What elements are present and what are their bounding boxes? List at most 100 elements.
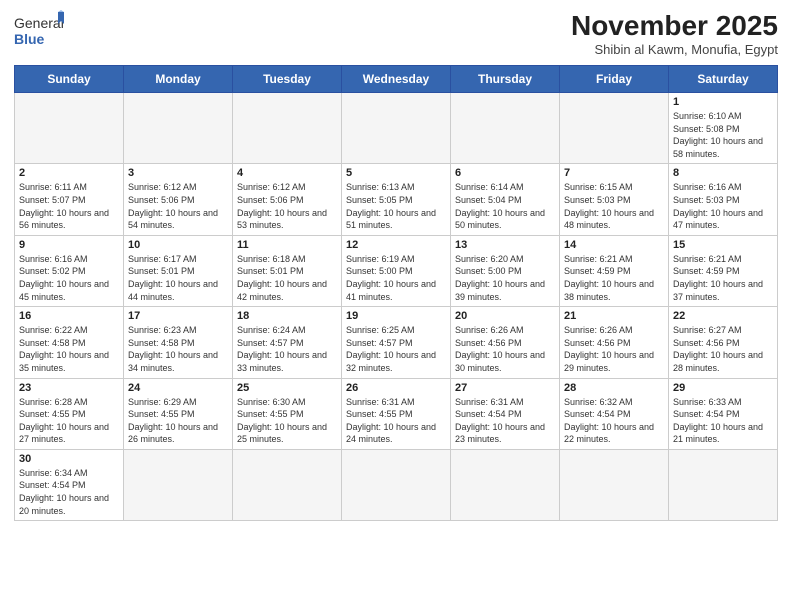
day-info: Sunrise: 6:12 AMSunset: 5:06 PMDaylight:… — [237, 181, 337, 231]
day-info: Sunrise: 6:10 AMSunset: 5:08 PMDaylight:… — [673, 110, 773, 160]
calendar-cell: 5 Sunrise: 6:13 AMSunset: 5:05 PMDaylight… — [342, 164, 451, 235]
day-number: 14 — [564, 239, 664, 251]
day-info: Sunrise: 6:21 AMSunset: 4:59 PMDaylight:… — [673, 253, 773, 303]
day-number: 9 — [19, 239, 119, 251]
day-info: Sunrise: 6:23 AMSunset: 4:58 PMDaylight:… — [128, 324, 228, 374]
day-number: 6 — [455, 167, 555, 179]
month-title: November 2025 — [571, 10, 778, 42]
page: General Blue November 2025 Shibin al Kaw… — [0, 0, 792, 612]
day-info: Sunrise: 6:26 AMSunset: 4:56 PMDaylight:… — [455, 324, 555, 374]
calendar-cell: 27Sunrise: 6:31 AMSunset: 4:54 PMDayligh… — [451, 378, 560, 449]
logo: General Blue — [14, 10, 64, 52]
calendar-week-6: 30 Sunrise: 6:34 AMSunset: 4:54 PMDayligh… — [15, 449, 778, 520]
calendar-cell — [124, 93, 233, 164]
day-number: 10 — [128, 239, 228, 251]
day-number: 11 — [237, 239, 337, 251]
calendar-week-2: 2 Sunrise: 6:11 AMSunset: 5:07 PMDaylight… — [15, 164, 778, 235]
day-info: Sunrise: 6:30 AMSunset: 4:55 PMDaylight:… — [237, 396, 337, 446]
calendar-cell: 23Sunrise: 6:28 AMSunset: 4:55 PMDayligh… — [15, 378, 124, 449]
day-number: 8 — [673, 167, 773, 179]
calendar-cell: 24 Sunrise: 6:29 AMSunset: 4:55 PMDayligh… — [124, 378, 233, 449]
day-number: 29 — [673, 382, 773, 394]
calendar-table: SundayMondayTuesdayWednesdayThursdayFrid… — [14, 65, 778, 521]
calendar-cell: 7 Sunrise: 6:15 AMSunset: 5:03 PMDaylight… — [560, 164, 669, 235]
calendar-cell: 18Sunrise: 6:24 AMSunset: 4:57 PMDayligh… — [233, 307, 342, 378]
day-number: 15 — [673, 239, 773, 251]
calendar-cell: 15 Sunrise: 6:21 AMSunset: 4:59 PMDayligh… — [669, 235, 778, 306]
day-number: 26 — [346, 382, 446, 394]
day-info: Sunrise: 6:16 AMSunset: 5:02 PMDaylight:… — [19, 253, 119, 303]
calendar-cell: 11Sunrise: 6:18 AMSunset: 5:01 PMDayligh… — [233, 235, 342, 306]
day-info: Sunrise: 6:11 AMSunset: 5:07 PMDaylight:… — [19, 181, 119, 231]
calendar-cell — [342, 93, 451, 164]
calendar-cell: 16 Sunrise: 6:22 AMSunset: 4:58 PMDayligh… — [15, 307, 124, 378]
day-number: 20 — [455, 310, 555, 322]
calendar-cell: 2 Sunrise: 6:11 AMSunset: 5:07 PMDaylight… — [15, 164, 124, 235]
logo-svg: General Blue — [14, 10, 64, 52]
day-number: 4 — [237, 167, 337, 179]
calendar-cell — [560, 93, 669, 164]
day-number: 2 — [19, 167, 119, 179]
calendar-cell: 3Sunrise: 6:12 AMSunset: 5:06 PMDaylight… — [124, 164, 233, 235]
day-info: Sunrise: 6:14 AMSunset: 5:04 PMDaylight:… — [455, 181, 555, 231]
calendar-cell: 1 Sunrise: 6:10 AMSunset: 5:08 PMDaylight… — [669, 93, 778, 164]
calendar-cell: 8 Sunrise: 6:16 AMSunset: 5:03 PMDaylight… — [669, 164, 778, 235]
calendar-cell — [233, 93, 342, 164]
calendar-cell: 13 Sunrise: 6:20 AMSunset: 5:00 PMDayligh… — [451, 235, 560, 306]
day-info: Sunrise: 6:13 AMSunset: 5:05 PMDaylight:… — [346, 181, 446, 231]
day-number: 22 — [673, 310, 773, 322]
day-number: 16 — [19, 310, 119, 322]
day-number: 12 — [346, 239, 446, 251]
day-number: 13 — [455, 239, 555, 251]
day-info: Sunrise: 6:32 AMSunset: 4:54 PMDaylight:… — [564, 396, 664, 446]
day-number: 5 — [346, 167, 446, 179]
calendar-week-1: 1 Sunrise: 6:10 AMSunset: 5:08 PMDaylight… — [15, 93, 778, 164]
day-info: Sunrise: 6:19 AMSunset: 5:00 PMDaylight:… — [346, 253, 446, 303]
calendar-cell: 9 Sunrise: 6:16 AMSunset: 5:02 PMDaylight… — [15, 235, 124, 306]
day-info: Sunrise: 6:33 AMSunset: 4:54 PMDaylight:… — [673, 396, 773, 446]
title-block: November 2025 Shibin al Kawm, Monufia, E… — [571, 10, 778, 57]
calendar-cell — [669, 449, 778, 520]
calendar-cell: 17 Sunrise: 6:23 AMSunset: 4:58 PMDayligh… — [124, 307, 233, 378]
calendar-cell: 12 Sunrise: 6:19 AMSunset: 5:00 PMDayligh… — [342, 235, 451, 306]
calendar-cell — [451, 93, 560, 164]
day-number: 7 — [564, 167, 664, 179]
day-number: 19 — [346, 310, 446, 322]
day-info: Sunrise: 6:16 AMSunset: 5:03 PMDaylight:… — [673, 181, 773, 231]
weekday-header-row: SundayMondayTuesdayWednesdayThursdayFrid… — [15, 66, 778, 93]
calendar-cell: 14Sunrise: 6:21 AMSunset: 4:59 PMDayligh… — [560, 235, 669, 306]
day-number: 28 — [564, 382, 664, 394]
day-number: 17 — [128, 310, 228, 322]
day-number: 30 — [19, 453, 119, 465]
day-info: Sunrise: 6:17 AMSunset: 5:01 PMDaylight:… — [128, 253, 228, 303]
weekday-header-monday: Monday — [124, 66, 233, 93]
calendar-cell: 22Sunrise: 6:27 AMSunset: 4:56 PMDayligh… — [669, 307, 778, 378]
calendar-cell: 25 Sunrise: 6:30 AMSunset: 4:55 PMDayligh… — [233, 378, 342, 449]
day-number: 21 — [564, 310, 664, 322]
calendar-header: SundayMondayTuesdayWednesdayThursdayFrid… — [15, 66, 778, 93]
day-number: 25 — [237, 382, 337, 394]
day-number: 24 — [128, 382, 228, 394]
day-info: Sunrise: 6:29 AMSunset: 4:55 PMDaylight:… — [128, 396, 228, 446]
calendar-cell — [124, 449, 233, 520]
calendar-cell: 4 Sunrise: 6:12 AMSunset: 5:06 PMDaylight… — [233, 164, 342, 235]
day-info: Sunrise: 6:34 AMSunset: 4:54 PMDaylight:… — [19, 467, 119, 517]
calendar-cell — [451, 449, 560, 520]
svg-text:General: General — [14, 15, 64, 31]
calendar-cell: 6 Sunrise: 6:14 AMSunset: 5:04 PMDaylight… — [451, 164, 560, 235]
calendar-week-4: 16 Sunrise: 6:22 AMSunset: 4:58 PMDayligh… — [15, 307, 778, 378]
location-subtitle: Shibin al Kawm, Monufia, Egypt — [571, 42, 778, 57]
day-number: 23 — [19, 382, 119, 394]
day-info: Sunrise: 6:15 AMSunset: 5:03 PMDaylight:… — [564, 181, 664, 231]
header: General Blue November 2025 Shibin al Kaw… — [14, 10, 778, 57]
day-info: Sunrise: 6:26 AMSunset: 4:56 PMDaylight:… — [564, 324, 664, 374]
calendar-cell — [560, 449, 669, 520]
day-number: 1 — [673, 96, 773, 108]
calendar-cell: 30 Sunrise: 6:34 AMSunset: 4:54 PMDayligh… — [15, 449, 124, 520]
day-info: Sunrise: 6:20 AMSunset: 5:00 PMDaylight:… — [455, 253, 555, 303]
day-info: Sunrise: 6:22 AMSunset: 4:58 PMDaylight:… — [19, 324, 119, 374]
calendar-week-5: 23Sunrise: 6:28 AMSunset: 4:55 PMDayligh… — [15, 378, 778, 449]
calendar-cell — [15, 93, 124, 164]
calendar-cell: 28 Sunrise: 6:32 AMSunset: 4:54 PMDayligh… — [560, 378, 669, 449]
day-info: Sunrise: 6:31 AMSunset: 4:54 PMDaylight:… — [455, 396, 555, 446]
